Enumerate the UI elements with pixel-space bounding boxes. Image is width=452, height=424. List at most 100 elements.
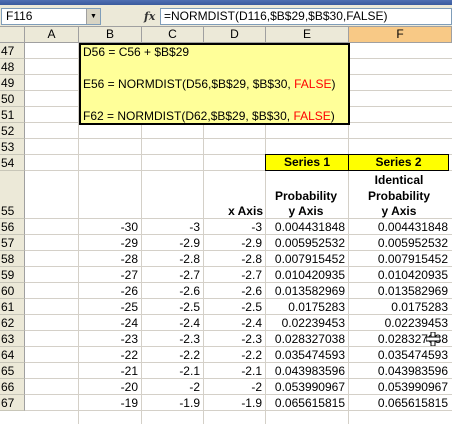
cell-c[interactable]: -3 [142,219,203,235]
column-header-d[interactable]: D [204,27,266,43]
cell-f[interactable]: 0.007915452 [349,251,451,267]
cell-c[interactable]: -2.4 [142,315,203,331]
cell-e[interactable]: 0.013582969 [266,283,348,299]
cell-c[interactable]: -2.3 [142,331,203,347]
probability-header: Probability [367,189,430,203]
cell-e[interactable]: 0.0175283 [266,299,348,315]
cell-b[interactable]: -26 [79,283,141,299]
row-header[interactable]: 49 [0,75,25,91]
formula-bar: F116 ▼ fx =NORMDIST(D116,$B$29,$B$30,FAL… [0,5,452,27]
row-header[interactable]: 60 [0,283,25,299]
worksheet-grid[interactable]: ABCDEF 47 48 49 50 51 52 53 54 55 56 57 58 59 60 61 62 6… [0,27,452,424]
cell-f[interactable]: 0.043983596 [349,363,451,379]
cell-c[interactable]: -2.8 [142,251,203,267]
row-header[interactable]: 64 [0,347,25,363]
cell-d[interactable]: -2.6 [204,283,265,299]
cell-b[interactable]: -19 [79,395,141,411]
chevron-down-icon[interactable]: ▼ [86,9,100,24]
fx-icon[interactable]: fx [144,8,158,25]
cell-d[interactable]: -2.1 [204,363,265,379]
cell-e[interactable]: 0.065615815 [266,395,348,411]
identical-header: Identical [374,173,424,187]
cell-e[interactable]: 0.02239453 [266,315,348,331]
cell-d[interactable]: -2.2 [204,347,265,363]
cell-e[interactable]: 0.053990967 [266,379,348,395]
row-header[interactable]: 66 [0,379,25,395]
cell-c[interactable]: -2.9 [142,235,203,251]
cell-e[interactable]: 0.010420935 [266,267,348,283]
column-header-b[interactable]: B [79,27,142,43]
formula-note-box: D56 = C56 + $B$29 E56 = NORMDIST(D56,$B$… [79,43,350,125]
row-header[interactable]: 58 [0,251,25,267]
cell-d[interactable]: -2.5 [204,299,265,315]
row-header[interactable]: 53 [0,139,25,155]
cell-e[interactable]: 0.028327038 [266,331,348,347]
cell-b[interactable]: -25 [79,299,141,315]
cell-f[interactable]: 0.010420935 [349,267,451,283]
note-line-1: D56 = C56 + $B$29 [83,45,190,59]
cell-d[interactable]: -1.9 [204,395,265,411]
cell-c[interactable]: -2.6 [142,283,203,299]
row-header[interactable]: 50 [0,91,25,107]
column-header-e[interactable]: E [266,27,349,43]
cell-f[interactable]: 0.005952532 [349,235,451,251]
cell-b[interactable]: -23 [79,331,141,347]
row-header[interactable]: 62 [0,315,25,331]
row-header[interactable]: 56 [0,219,25,235]
column-header-a[interactable]: A [25,27,79,43]
row-header[interactable]: 61 [0,299,25,315]
row-header[interactable]: 52 [0,123,25,139]
row-header[interactable]: 55 [0,171,25,219]
cell-d[interactable]: -3 [204,219,265,235]
column-header-c[interactable]: C [142,27,204,43]
cell-f[interactable]: 0.035474593 [349,347,451,363]
row-header[interactable]: 57 [0,235,25,251]
crosshair-cursor-icon [426,332,440,346]
cell-e[interactable]: 0.035474593 [266,347,348,363]
row-header[interactable]: 63 [0,331,25,347]
cell-b[interactable]: -30 [79,219,141,235]
cell-f[interactable]: 0.0175283 [349,299,451,315]
cell-c[interactable]: -2.1 [142,363,203,379]
cell-b[interactable]: -27 [79,267,141,283]
formula-input[interactable]: =NORMDIST(D116,$B$29,$B$30,FALSE) [160,8,452,25]
select-all-corner[interactable] [0,27,25,43]
row-header[interactable]: 51 [0,107,25,123]
cell-f[interactable]: 0.053990967 [349,379,451,395]
cell-c[interactable]: -1.9 [142,395,203,411]
cell-f[interactable]: 0.013582969 [349,283,451,299]
y-axis-header: y Axis [288,204,324,218]
cell-f[interactable]: 0.004431848 [349,219,451,235]
cell-d[interactable]: -2.7 [204,267,265,283]
cell-d[interactable]: -2.8 [204,251,265,267]
cell-d[interactable]: -2 [204,379,265,395]
cell-b[interactable]: -21 [79,363,141,379]
cell-b[interactable]: -28 [79,251,141,267]
cell-c[interactable]: -2.7 [142,267,203,283]
note-line-3: F62 = NORMDIST(D62,$B$29, $B$30, FALSE) [83,109,335,123]
row-header[interactable]: 47 [0,43,25,59]
cell-c[interactable]: -2.5 [142,299,203,315]
cell-e[interactable]: 0.007915452 [266,251,348,267]
cell-e[interactable]: 0.005952532 [266,235,348,251]
cell-f[interactable]: 0.02239453 [349,315,451,331]
row-header[interactable]: 48 [0,59,25,75]
column-header-f[interactable]: F [349,27,452,43]
row-header[interactable]: 65 [0,363,25,379]
cell-e[interactable]: 0.004431848 [266,219,348,235]
cell-b[interactable]: -22 [79,347,141,363]
row-header[interactable]: 59 [0,267,25,283]
cell-e[interactable]: 0.043983596 [266,363,348,379]
cell-b[interactable]: -20 [79,379,141,395]
cell-d[interactable]: -2.3 [204,331,265,347]
cell-c[interactable]: -2 [142,379,203,395]
cell-b[interactable]: -29 [79,235,141,251]
cell-c[interactable]: -2.2 [142,347,203,363]
cell-d[interactable]: -2.4 [204,315,265,331]
row-header[interactable]: 54 [0,155,25,171]
cell-f[interactable]: 0.065615815 [349,395,451,411]
cell-d[interactable]: -2.9 [204,235,265,251]
name-box[interactable]: F116 ▼ [1,8,101,25]
row-header[interactable]: 67 [0,395,25,411]
cell-b[interactable]: -24 [79,315,141,331]
